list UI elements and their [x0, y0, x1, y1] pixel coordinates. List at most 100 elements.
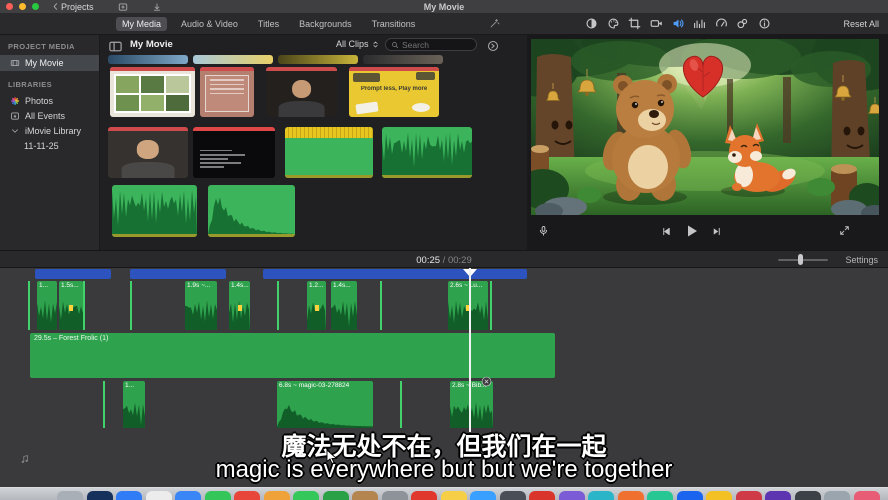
dock-app-icon[interactable] [854, 491, 880, 500]
dock-app-icon[interactable] [647, 491, 673, 500]
dock-app-icon[interactable] [618, 491, 644, 500]
media-thumbnail-audio-decay[interactable] [208, 185, 295, 237]
timeline-music-clip[interactable]: 29.5s – Forest Frolic (1) [30, 333, 555, 378]
back-to-projects-button[interactable]: Projects [51, 2, 94, 12]
mic-icon[interactable] [538, 224, 549, 238]
dock-app-icon[interactable] [264, 491, 290, 500]
media-thumbnail-webcam2[interactable] [108, 127, 188, 178]
sidebar-item-photos[interactable]: Photos [0, 93, 99, 108]
crop-icon[interactable] [628, 17, 641, 30]
dock-app-icon[interactable] [323, 491, 349, 500]
timeline-title-bar[interactable] [263, 269, 527, 279]
dock-app-icon[interactable] [234, 491, 260, 500]
dock-app-icon[interactable] [824, 491, 850, 500]
media-thumbnail-strip[interactable] [278, 55, 358, 64]
dock-app-icon[interactable] [765, 491, 791, 500]
volume-icon[interactable] [672, 17, 685, 30]
sidebar-toggle-icon[interactable] [108, 39, 123, 51]
media-thumbnail-strip[interactable] [108, 55, 188, 64]
media-thumbnail-audio-spikes[interactable] [112, 185, 197, 237]
enhance-wand-icon[interactable] [489, 18, 500, 29]
equalizer-icon[interactable] [693, 17, 706, 30]
media-thumbnail-document[interactable] [200, 67, 254, 117]
dock-app-icon[interactable] [441, 491, 467, 500]
dock-app-icon[interactable] [529, 491, 555, 500]
dock-app-icon[interactable] [795, 491, 821, 500]
timeline-sfx-clip[interactable]: 6.8s ~ magic-03-278824 [277, 381, 373, 428]
playhead-line[interactable] [469, 268, 471, 432]
color-correction-icon[interactable] [585, 17, 598, 30]
timeline-audio-clip[interactable]: 2.6s ~ Lu... [448, 281, 488, 330]
media-thumbnail-strip[interactable] [193, 55, 273, 64]
zoom-window-button[interactable] [32, 3, 39, 10]
tab-my-media[interactable]: My Media [116, 17, 167, 31]
media-browser: My Movie All Clips Prompt less, Play mor… [100, 35, 527, 250]
tab-backgrounds[interactable]: Backgrounds [293, 17, 358, 31]
minimize-window-button[interactable] [19, 3, 26, 10]
media-thumbnail-webcam[interactable] [266, 67, 337, 117]
skip-forward-icon[interactable] [711, 226, 722, 237]
tab-titles[interactable]: Titles [252, 17, 285, 31]
fullscreen-icon[interactable] [839, 225, 850, 236]
dock-app-icon[interactable] [293, 491, 319, 500]
timeline-audio-clip[interactable]: 1.9s ~... [185, 281, 217, 330]
sidebar-item-11-11-25[interactable]: 11-11-25 [0, 138, 99, 153]
zoom-slider-track[interactable] [778, 259, 828, 261]
macos-dock[interactable] [0, 487, 888, 500]
media-thumbnail-strip[interactable] [363, 55, 443, 64]
dock-app-icon[interactable] [116, 491, 142, 500]
effects-icon[interactable] [736, 17, 749, 30]
timeline-audio-clip[interactable]: 1... [37, 281, 57, 330]
clip-mute-badge[interactable] [481, 376, 492, 387]
reset-all-button[interactable]: Reset All [843, 19, 879, 29]
dock-app-icon[interactable] [588, 491, 614, 500]
dock-app-icon[interactable] [500, 491, 526, 500]
dock-app-icon[interactable] [57, 491, 83, 500]
close-window-button[interactable] [6, 3, 13, 10]
dock-app-icon[interactable] [205, 491, 231, 500]
timeline-title-bar[interactable] [130, 269, 226, 279]
timeline-sfx-clip[interactable]: 1... [123, 381, 145, 428]
speed-icon[interactable] [715, 17, 728, 30]
dock-app-icon[interactable] [411, 491, 437, 500]
sidebar-item-all-events[interactable]: All Events [0, 108, 99, 123]
dock-app-icon[interactable] [146, 491, 172, 500]
dock-app-icon[interactable] [382, 491, 408, 500]
timeline-title-bar[interactable] [35, 269, 111, 279]
dock-app-icon[interactable] [175, 491, 201, 500]
timeline-audio-clip[interactable]: 1.2... [307, 281, 326, 330]
timeline-audio-clip[interactable]: 1.4s... [229, 281, 250, 330]
dock-app-icon[interactable] [87, 491, 113, 500]
dock-app-icon[interactable] [352, 491, 378, 500]
media-thumbnail-audio-spikes[interactable] [382, 127, 472, 178]
circle-arrow-icon[interactable] [487, 39, 499, 51]
sidebar-item-my-movie[interactable]: My Movie [0, 55, 99, 71]
play-icon[interactable] [684, 223, 700, 239]
timeline-settings-button[interactable]: Settings [845, 255, 878, 265]
timeline-sfx-clip[interactable]: 2.8s ~ Bib... [450, 381, 493, 428]
palette-icon[interactable] [607, 17, 620, 30]
dock-app-icon[interactable] [706, 491, 732, 500]
timeline-audio-clip[interactable]: 1.4s... [331, 281, 357, 330]
dock-app-icon[interactable] [470, 491, 496, 500]
info-icon[interactable] [758, 17, 771, 30]
new-project-icon[interactable] [118, 2, 128, 12]
search-field[interactable] [385, 38, 477, 51]
all-clips-filter[interactable]: All Clips [336, 39, 380, 49]
media-thumbnail-slide[interactable]: Prompt less, Play more [349, 67, 439, 117]
tab-audio-video[interactable]: Audio & Video [175, 17, 244, 31]
dock-app-icon[interactable] [736, 491, 762, 500]
download-icon[interactable] [152, 2, 162, 12]
zoom-slider-thumb[interactable] [798, 254, 803, 265]
dock-app-icon[interactable] [677, 491, 703, 500]
media-thumbnail-terminal[interactable] [193, 127, 275, 178]
tab-transitions[interactable]: Transitions [366, 17, 422, 31]
timeline-audio-clip[interactable]: 1.5s... [59, 281, 83, 330]
skip-back-icon[interactable] [661, 226, 672, 237]
sidebar-item-imovie-library[interactable]: iMovie Library [0, 123, 99, 138]
stabilization-icon[interactable] [650, 17, 663, 30]
search-input[interactable] [402, 40, 470, 50]
media-thumbnail-collage[interactable] [110, 67, 195, 117]
dock-app-icon[interactable] [559, 491, 585, 500]
media-thumbnail-audio-top[interactable] [285, 127, 373, 178]
